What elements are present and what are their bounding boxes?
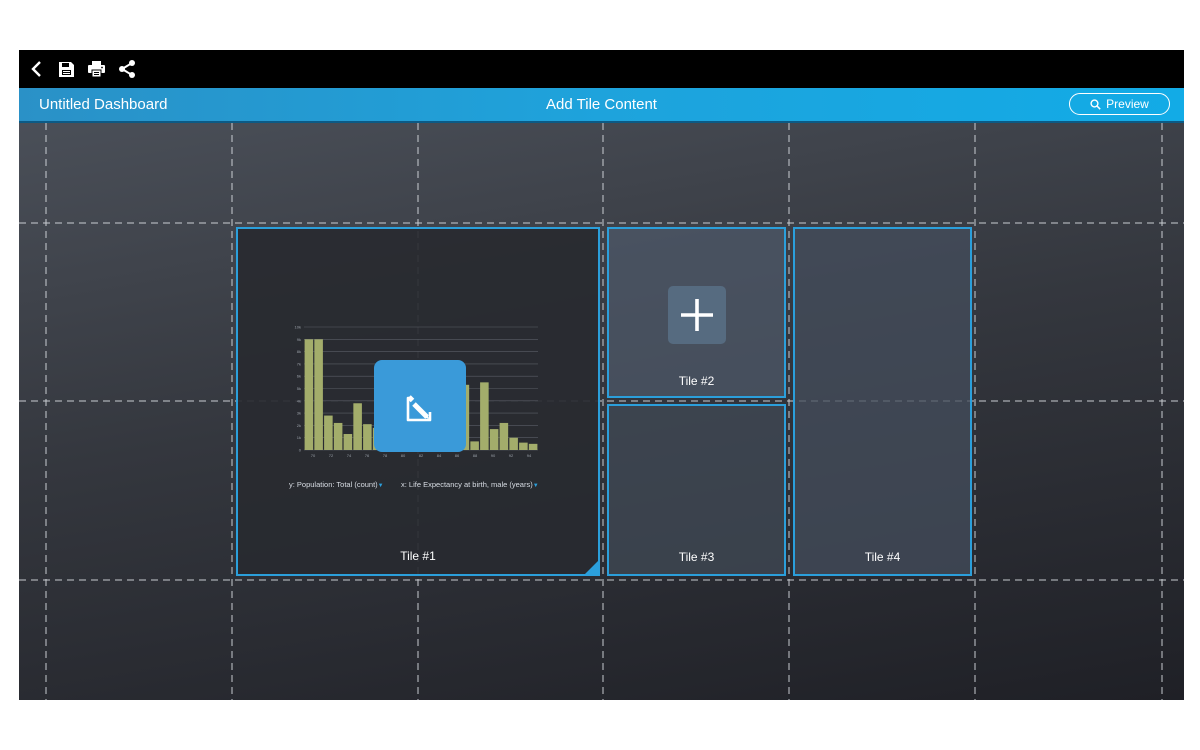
histogram-bar xyxy=(353,403,362,450)
dashboard-app: Untitled Dashboard Add Tile Content Prev… xyxy=(19,50,1184,700)
preview-label: Preview xyxy=(1106,97,1149,111)
resize-handle[interactable] xyxy=(585,561,598,574)
top-toolbar xyxy=(19,50,1184,88)
y-tick-label: 7k xyxy=(297,361,301,366)
layout-grid xyxy=(19,123,1184,700)
chevron-down-icon: ▼ xyxy=(377,483,384,489)
y-tick-label: 0 xyxy=(299,448,302,453)
x-tick-label: 70 xyxy=(311,453,316,458)
x-tick-label: 94 xyxy=(527,453,532,458)
x-tick-label: 82 xyxy=(419,453,424,458)
x-tick-label: 88 xyxy=(473,453,478,458)
y-tick-label: 4k xyxy=(297,398,301,403)
histogram-bar xyxy=(509,437,518,450)
x-tick-label: 86 xyxy=(455,453,460,458)
histogram-bar xyxy=(519,442,528,450)
histogram-bar xyxy=(489,429,499,450)
histogram-bar xyxy=(480,382,489,450)
y-axis-label: y: Population: Total (count) xyxy=(289,480,378,489)
histogram-bar xyxy=(499,422,509,450)
y-tick-label: 9k xyxy=(297,337,301,342)
histogram-bar xyxy=(333,422,343,450)
histogram-bar xyxy=(363,424,372,450)
tile-1[interactable]: 0 1k 2k 3k 4k 5k 6k 7k 8k 9k 10k 70 72 74 76 78 80 82 84 86… xyxy=(236,227,600,576)
back-icon[interactable] xyxy=(25,58,47,80)
add-content-button[interactable] xyxy=(668,286,726,344)
y-tick-label: 8k xyxy=(297,349,301,354)
y-tick-label: 10k xyxy=(295,325,301,330)
y-axis-selector[interactable]: y: Population: Total (count)▼ xyxy=(289,480,384,489)
edit-icon xyxy=(406,395,432,422)
x-tick-label: 74 xyxy=(347,453,352,458)
histogram-bar xyxy=(304,339,314,450)
save-icon[interactable] xyxy=(55,58,77,80)
search-icon xyxy=(1090,98,1101,110)
preview-button[interactable]: Preview xyxy=(1069,93,1170,115)
x-tick-label: 84 xyxy=(437,453,442,458)
tile-4-label: Tile #4 xyxy=(864,550,901,564)
histogram-bar xyxy=(470,441,479,450)
tile-2-label: Tile #2 xyxy=(678,374,715,388)
tile-2[interactable]: Tile #2 xyxy=(607,227,786,398)
edit-tile-button[interactable] xyxy=(374,360,466,452)
page-title: Add Tile Content xyxy=(546,96,657,113)
x-axis-label: x: Life Expectancy at birth, male (years… xyxy=(401,480,533,489)
y-tick-label: 5k xyxy=(297,386,301,391)
y-tick-label: 6k xyxy=(297,374,301,379)
x-tick-label: 90 xyxy=(491,453,496,458)
histogram-bar xyxy=(324,415,333,450)
x-tick-label: 78 xyxy=(383,453,388,458)
tile-3[interactable]: Tile #3 xyxy=(607,404,786,576)
x-tick-label: 80 xyxy=(401,453,406,458)
plus-icon xyxy=(681,299,713,331)
tile-3-label: Tile #3 xyxy=(678,550,715,564)
tile-4[interactable]: Tile #4 xyxy=(793,227,972,576)
x-axis-selector[interactable]: x: Life Expectancy at birth, male (years… xyxy=(401,480,539,489)
histogram-bar xyxy=(314,339,323,450)
chevron-down-icon: ▼ xyxy=(532,483,539,489)
y-tick-label: 2k xyxy=(297,423,301,428)
x-tick-label: 72 xyxy=(329,453,334,458)
header-bar: Untitled Dashboard Add Tile Content Prev… xyxy=(19,88,1184,123)
tile-1-label: Tile #1 xyxy=(400,549,436,563)
histogram-bar xyxy=(343,434,353,450)
x-tick-label: 76 xyxy=(365,453,370,458)
print-icon[interactable] xyxy=(85,58,107,80)
y-tick-label: 3k xyxy=(297,411,301,416)
histogram-bar xyxy=(528,443,538,450)
x-tick-label: 92 xyxy=(509,453,514,458)
share-icon[interactable] xyxy=(116,58,138,80)
dashboard-canvas: 0 1k 2k 3k 4k 5k 6k 7k 8k 9k 10k 70 72 74 76 78 80 82 84 86… xyxy=(19,123,1184,700)
y-tick-label: 1k xyxy=(297,435,301,440)
